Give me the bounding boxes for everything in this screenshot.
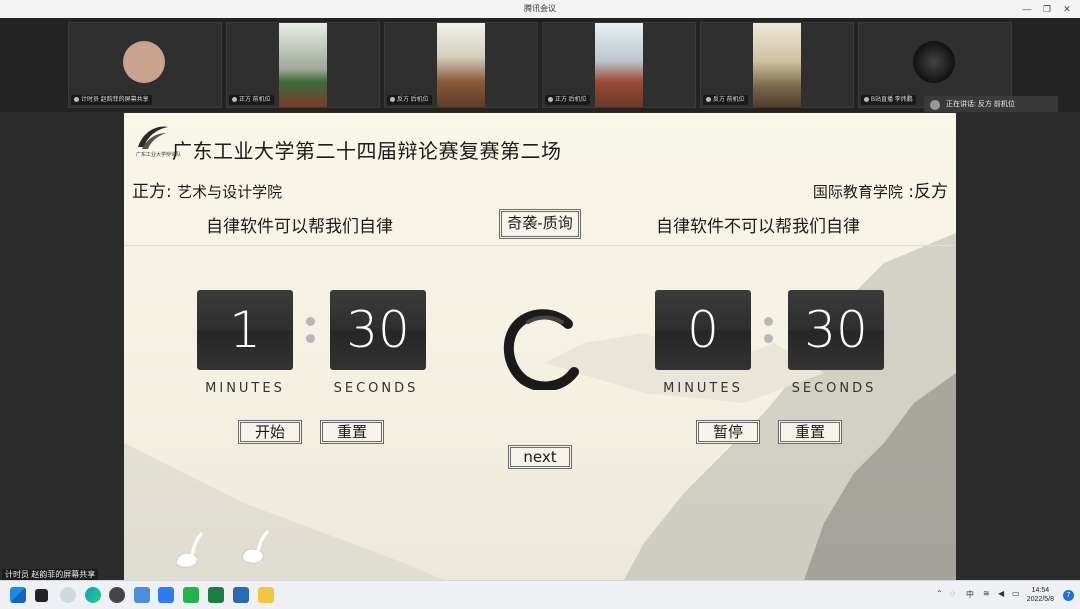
wechat-icon[interactable] xyxy=(183,587,199,603)
ime-indicator[interactable]: 中 xyxy=(966,589,974,600)
system-clock[interactable]: 14:54 2022/5/8 xyxy=(1027,586,1054,604)
pro-side-header: 正方: 艺术与设计学院 xyxy=(132,177,282,202)
window-titlebar: 腾讯会议 — ❐ ✕ xyxy=(0,0,1080,19)
taskbar: ⌃ ◌ 中 ≋ ◀ ▭ 14:54 2022/5/8 7 xyxy=(0,580,1080,609)
photos-icon[interactable] xyxy=(233,587,249,603)
excel-icon[interactable] xyxy=(208,587,224,603)
battery-icon[interactable]: ▭ xyxy=(1012,589,1020,598)
mic-icon xyxy=(548,96,553,102)
mic-icon xyxy=(232,96,237,102)
minimize-icon[interactable]: — xyxy=(1020,2,1034,16)
debate-logo-icon xyxy=(138,126,168,149)
con-side-header: 国际教育学院 :反方 xyxy=(813,177,948,202)
mic-icon xyxy=(390,96,395,102)
window-title: 腾讯会议 xyxy=(524,4,556,13)
right-reset-button[interactable]: 重置 xyxy=(778,420,842,444)
pro-side-label: 正方: xyxy=(132,182,172,202)
screen-share-icon xyxy=(74,96,79,102)
con-side-label: :反方 xyxy=(908,182,948,202)
participant-label: 正方 前机位 xyxy=(229,95,274,105)
start-button[interactable]: 开始 xyxy=(238,420,302,444)
edge-browser-icon[interactable] xyxy=(85,587,101,603)
participant-label: B站直播 李炜鹏 xyxy=(861,95,916,105)
mic-icon xyxy=(864,96,869,102)
notification-badge[interactable]: 7 xyxy=(1063,590,1074,601)
screen-share-note: 计时员 赵韵菲的屏幕共享 xyxy=(2,569,99,580)
clock-date: 2022/5/8 xyxy=(1026,596,1054,603)
header-divider xyxy=(124,245,956,246)
start-menu-icon[interactable] xyxy=(10,587,26,603)
restore-icon[interactable]: ❐ xyxy=(1040,2,1054,16)
participant-tile[interactable]: 反方 后机位 xyxy=(384,22,538,108)
participant-label: 反方 后机位 xyxy=(387,95,432,105)
left-reset-button[interactable]: 重置 xyxy=(320,420,384,444)
left-minutes-label: MINUTES xyxy=(205,381,285,396)
stage-label: 奇袭-质询 xyxy=(499,209,581,239)
ink-circle-icon xyxy=(503,309,579,390)
slide-title: 广东工业大学第二十四届辩论赛复赛第二场 xyxy=(172,139,562,163)
shared-screen-slide: 广东工业大学辩论队 广东工业大学第二十四届辩论赛复赛第二场 正方: 艺术与设计学… xyxy=(124,113,956,580)
left-seconds-label: SECONDS xyxy=(333,381,419,396)
speaker-avatar-icon xyxy=(930,100,940,110)
cloud-app-icon[interactable] xyxy=(60,587,76,603)
participant-video xyxy=(595,23,643,107)
right-colon xyxy=(764,317,774,345)
file-explorer-icon[interactable] xyxy=(134,587,150,603)
left-seconds-display: 30 xyxy=(330,290,426,370)
participant-label: 计时员 赵韵菲的屏幕共享 xyxy=(71,95,152,105)
tencent-meeting-icon[interactable] xyxy=(158,587,174,603)
task-view-icon[interactable] xyxy=(35,589,48,602)
folder-icon[interactable] xyxy=(258,587,274,603)
right-seconds-label: SECONDS xyxy=(791,381,877,396)
participant-video xyxy=(279,23,327,107)
pro-motion: 自律软件可以帮我们自律 xyxy=(206,217,393,237)
participant-tile[interactable]: 正方 后机位 xyxy=(542,22,696,108)
right-minutes-display: 0 xyxy=(655,290,751,370)
participant-tile[interactable]: 计时员 赵韵菲的屏幕共享 xyxy=(68,22,222,108)
con-motion: 自律软件不可以帮我们自律 xyxy=(656,217,860,237)
avatar xyxy=(123,41,165,83)
left-colon xyxy=(306,317,316,345)
right-seconds-display: 30 xyxy=(788,290,884,370)
right-minutes-label: MINUTES xyxy=(663,381,743,396)
swans-decoration xyxy=(175,529,270,568)
speaking-text: 正在讲话: 反方 前机位 xyxy=(946,101,1015,108)
participant-label: 反方 前机位 xyxy=(703,95,748,105)
participant-strip: 计时员 赵韵菲的屏幕共享 正方 前机位 反方 后机位 正方 后机位 反方 前机位… xyxy=(0,18,1080,112)
next-button[interactable]: next xyxy=(508,445,572,469)
pro-school: 艺术与设计学院 xyxy=(177,183,283,201)
close-icon[interactable]: ✕ xyxy=(1060,2,1074,16)
participant-tile[interactable]: 反方 前机位 xyxy=(700,22,854,108)
participant-video xyxy=(753,23,801,107)
con-school: 国际教育学院 xyxy=(812,183,903,201)
chevron-up-icon[interactable]: ⌃ xyxy=(936,589,943,598)
volume-icon[interactable]: ◀ xyxy=(998,589,1004,598)
pause-button[interactable]: 暂停 xyxy=(696,420,760,444)
participant-video xyxy=(437,23,485,107)
participant-tile[interactable]: 正方 前机位 xyxy=(226,22,380,108)
wifi-icon[interactable]: ≋ xyxy=(983,589,990,598)
network-icon[interactable]: ◌ xyxy=(950,589,955,598)
left-minutes-display: 1 xyxy=(197,290,293,370)
clock-time: 14:54 xyxy=(1031,587,1050,594)
participant-label: 正方 后机位 xyxy=(545,95,590,105)
avatar xyxy=(913,41,955,83)
mic-icon xyxy=(706,96,711,102)
dell-app-icon[interactable] xyxy=(109,587,125,603)
